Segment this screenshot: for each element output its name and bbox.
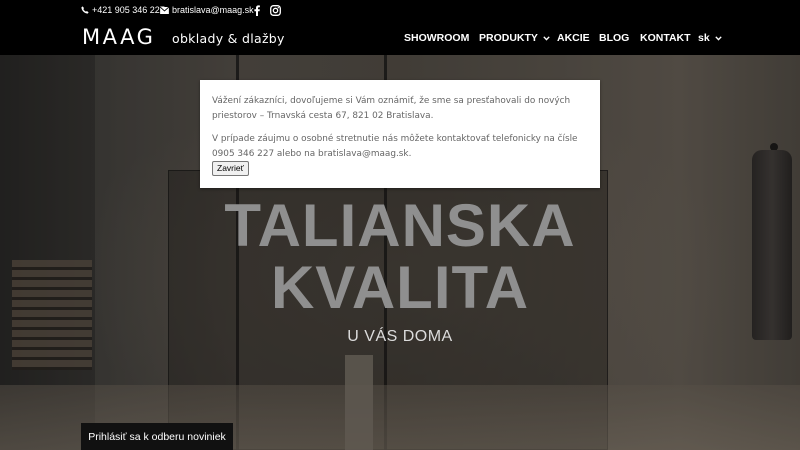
modal-close-button[interactable]: Zavrieť — [212, 161, 249, 176]
main-header: MAAG obklady & dlažby SHOWROOM PRODUKTY … — [0, 20, 800, 55]
hero-title-line2: KVALITA — [270, 254, 530, 321]
instagram-icon[interactable] — [270, 3, 281, 17]
hero-title-line1: TALIANSKA — [224, 192, 576, 259]
top-bar: +421 905 346 227 bratislava@maag.sk — [0, 0, 800, 20]
relocation-notice-modal: Vážení zákazníci, dovoľujeme si Vám ozná… — [200, 80, 600, 188]
modal-paragraph-2: V prípade záujmu o osobné stretnutie nás… — [212, 134, 578, 159]
facebook-icon[interactable] — [254, 3, 260, 17]
nav-produkty-label: PRODUKTY — [479, 32, 538, 44]
email-address: bratislava@maag.sk — [172, 5, 254, 15]
nav-produkty[interactable]: PRODUKTY — [479, 31, 550, 45]
email-contact[interactable]: bratislava@maag.sk — [160, 3, 254, 17]
phone-icon — [81, 6, 89, 14]
nav-kontakt[interactable]: KONTAKT — [640, 31, 691, 45]
email-icon — [160, 6, 169, 14]
nav-kontakt-label: KONTAKT — [640, 32, 691, 44]
tagline: obklady & dlažby — [172, 31, 285, 46]
nav-akcie-label: AKCIE — [557, 32, 590, 44]
nav-showroom[interactable]: SHOWROOM — [404, 31, 469, 45]
chevron-down-icon — [714, 32, 722, 44]
newsletter-subscribe-button[interactable]: Prihlásiť sa k odberu noviniek — [81, 423, 233, 450]
phone-number: +421 905 346 227 — [92, 5, 165, 15]
logo[interactable]: MAAG — [82, 25, 155, 49]
modal-paragraph-1: Vážení zákazníci, dovoľujeme si Vám ozná… — [212, 96, 571, 121]
nav-blog-label: BLOG — [599, 32, 630, 44]
language-label: sk — [698, 32, 710, 44]
nav-akcie[interactable]: AKCIE — [557, 31, 590, 45]
phone-contact[interactable]: +421 905 346 227 — [81, 3, 165, 17]
chevron-down-icon — [543, 32, 550, 44]
hero-subtitle: U VÁS DOMA — [347, 328, 453, 345]
language-switcher[interactable]: sk — [698, 31, 722, 45]
nav-showroom-label: SHOWROOM — [404, 32, 470, 44]
nav-blog[interactable]: BLOG — [599, 31, 629, 45]
